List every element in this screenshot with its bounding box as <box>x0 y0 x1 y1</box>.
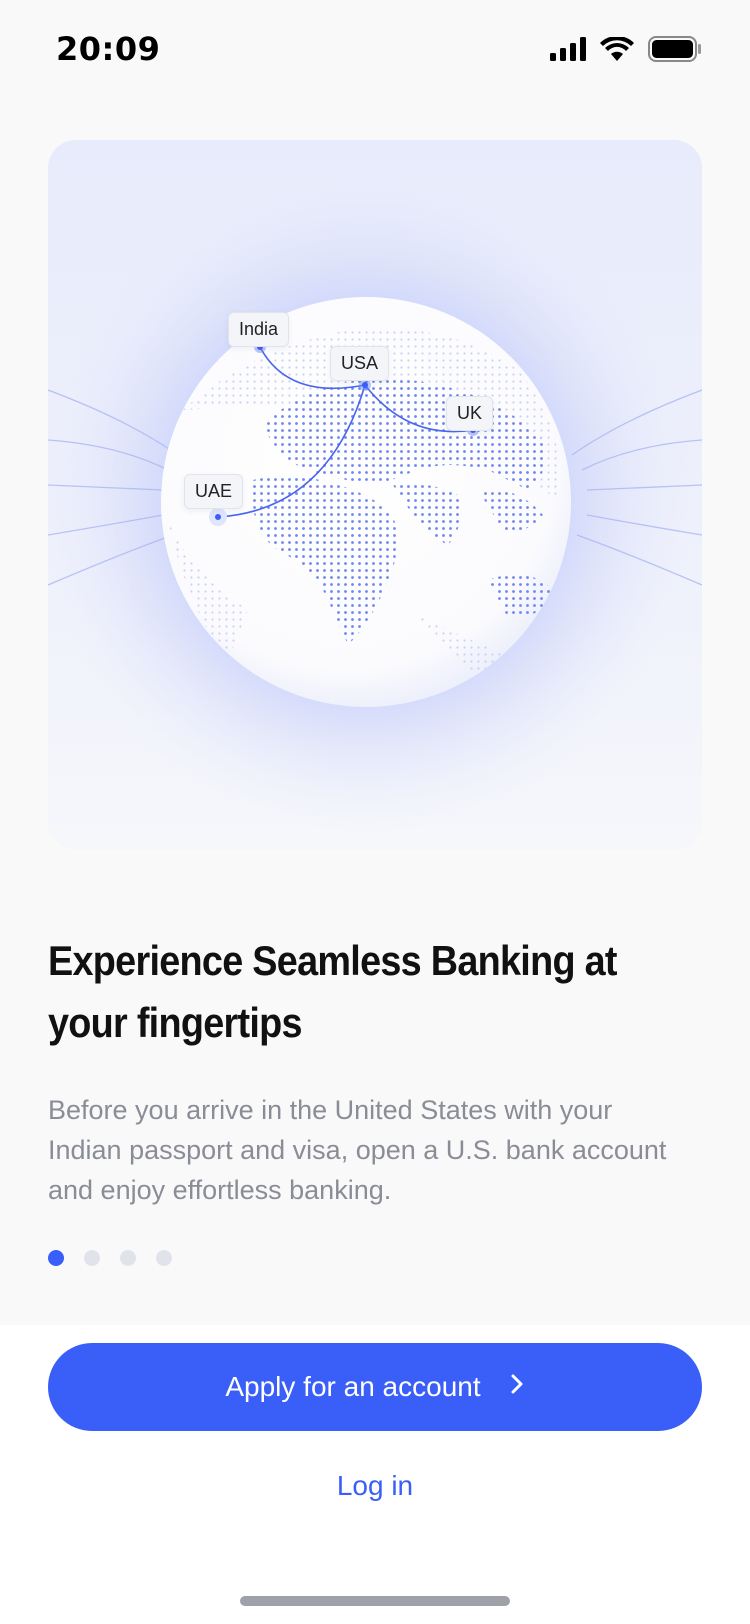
onboarding-description: Before you arrive in the United States w… <box>48 1095 667 1205</box>
page-indicator <box>48 1250 172 1266</box>
globe-illustration <box>48 172 702 832</box>
signal-icon <box>550 37 586 66</box>
status-icons <box>550 35 702 67</box>
country-label-uk: UK <box>446 396 494 431</box>
battery-icon <box>648 36 702 67</box>
hero-illustration: India USA UK UAE <box>48 140 702 850</box>
wifi-icon <box>600 35 634 66</box>
apply-button-label: Apply for an account <box>225 1371 481 1402</box>
apply-account-button[interactable]: Apply for an account <box>48 1343 702 1431</box>
login-link[interactable]: Log in <box>0 1470 750 1502</box>
status-time: 20:09 <box>56 30 161 68</box>
chevron-right-icon <box>509 1371 525 1403</box>
country-label-india: India <box>228 312 290 347</box>
status-bar: 20:09 <box>0 0 750 100</box>
page-dot-3[interactable] <box>120 1250 136 1266</box>
page-dot-1[interactable] <box>48 1250 64 1266</box>
page-dot-4[interactable] <box>156 1250 172 1266</box>
page-dot-2[interactable] <box>84 1250 100 1266</box>
country-label-usa: USA <box>330 346 390 381</box>
home-indicator[interactable] <box>240 1596 510 1606</box>
country-label-uae: UAE <box>184 474 244 509</box>
onboarding-title: Experience Seamless Banking at your fing… <box>48 937 618 1046</box>
